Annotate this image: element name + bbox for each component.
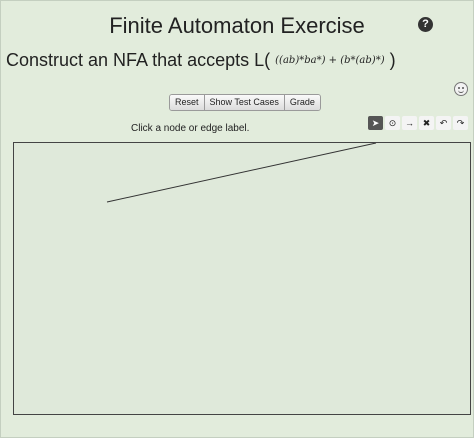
delete-icon[interactable]: ✖ <box>419 116 434 130</box>
canvas-drawing <box>106 143 377 203</box>
automaton-canvas[interactable] <box>13 142 471 415</box>
prompt-close: ) <box>389 50 396 70</box>
add-edge-icon[interactable]: → <box>402 116 417 130</box>
page-title: Finite Automaton Exercise <box>109 13 365 38</box>
select-tool-icon[interactable]: ➤ <box>368 116 383 130</box>
prompt-text: Construct an NFA that accepts L( <box>6 50 271 70</box>
grade-button[interactable]: Grade <box>284 95 320 110</box>
editor-toolbar: ➤ ⊙ → ✖ ↶ ↷ <box>368 116 468 130</box>
show-test-cases-button[interactable]: Show Test Cases <box>204 95 285 110</box>
regular-expression: ((ab)*ba*) + (b*(ab)*) <box>275 55 385 66</box>
redo-icon[interactable]: ↷ <box>453 116 468 130</box>
help-icon[interactable]: ? <box>418 17 433 32</box>
edge-line[interactable] <box>106 143 377 203</box>
undo-icon[interactable]: ↶ <box>436 116 451 130</box>
status-message: Click a node or edge label. <box>131 123 250 134</box>
action-buttons: Reset Show Test Cases Grade <box>169 94 321 111</box>
add-node-icon[interactable]: ⊙ <box>385 116 400 130</box>
smiley-icon[interactable] <box>454 82 468 96</box>
reset-button[interactable]: Reset <box>170 95 205 110</box>
exercise-prompt: Construct an NFA that accepts L( ((ab)*b… <box>6 50 396 71</box>
